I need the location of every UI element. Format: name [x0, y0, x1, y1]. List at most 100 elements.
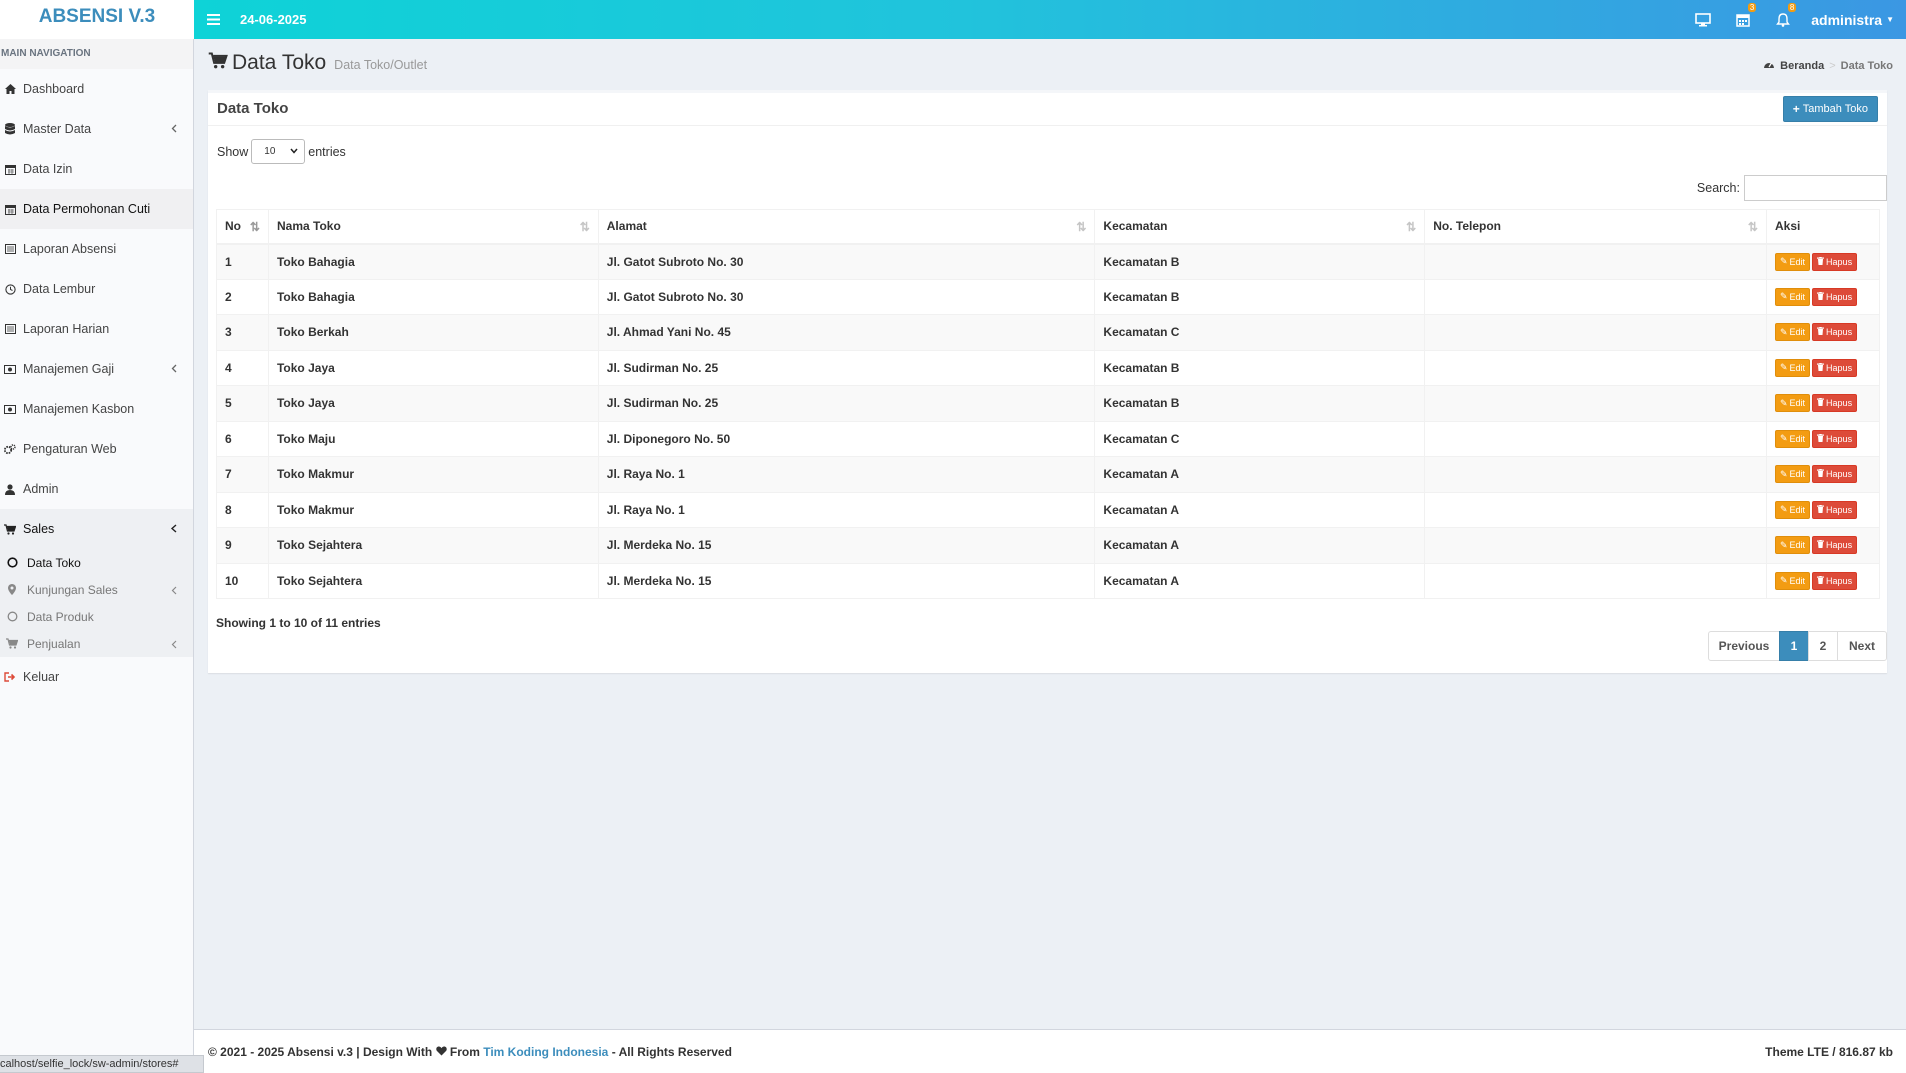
- sidebar-subitem-kunjungan-sales[interactable]: Kunjungan Sales: [0, 576, 193, 603]
- sidebar-item-laporan-absensi[interactable]: Laporan Absensi: [0, 229, 193, 269]
- edit-button[interactable]: ✎ Edit: [1774, 571, 1811, 590]
- pagination-page-1[interactable]: 1: [1779, 631, 1809, 661]
- sidebar-item-admin[interactable]: Admin: [0, 469, 193, 509]
- cell-alamat: Jl. Raya No. 1: [598, 456, 1096, 493]
- add-store-button[interactable]: + Tambah Toko: [1782, 96, 1878, 122]
- breadcrumb-separator: >: [1829, 59, 1836, 72]
- edit-button[interactable]: ✎ Edit: [1774, 500, 1811, 519]
- user-menu[interactable]: administra ▼: [1803, 12, 1906, 28]
- edit-label: Edit: [1789, 504, 1806, 515]
- sales-submenu: Data Toko Kunjungan Sales Data Produk Pe…: [0, 549, 193, 657]
- trash-icon: [1817, 504, 1825, 515]
- sidebar-subitem-penjualan[interactable]: Penjualan: [0, 630, 193, 657]
- delete-button[interactable]: Hapus: [1812, 394, 1858, 413]
- edit-button[interactable]: ✎ Edit: [1774, 394, 1811, 413]
- monitor-icon[interactable]: [1683, 0, 1723, 39]
- plus-icon: +: [1792, 102, 1800, 116]
- table-row: 3 Toko Berkah Jl. Ahmad Yani No. 45 Kecamat…: [216, 314, 1881, 351]
- sidebar-item-label: Data Permohonan Cuti: [23, 202, 151, 216]
- content-wrapper: Data Toko Data Toko/Outlet Beranda > Dat…: [194, 39, 1906, 1029]
- edit-label: Edit: [1789, 398, 1806, 409]
- cell-nama: Toko Bahagia: [268, 243, 599, 280]
- edit-button[interactable]: ✎ Edit: [1774, 358, 1811, 377]
- sidebar-item-data-permohonan-cuti[interactable]: Data Permohonan Cuti: [0, 189, 193, 229]
- delete-button[interactable]: Hapus: [1812, 465, 1858, 484]
- calendar-notification-icon[interactable]: 3: [1723, 0, 1763, 39]
- cell-no: 1: [216, 243, 269, 280]
- delete-button[interactable]: Hapus: [1812, 571, 1858, 590]
- column-header-no[interactable]: No ⇅: [216, 209, 269, 245]
- column-header-nama-toko[interactable]: Nama Toko ⇅: [268, 209, 599, 245]
- sidebar-subitem-data-toko[interactable]: Data Toko: [0, 549, 193, 576]
- delete-button[interactable]: Hapus: [1812, 429, 1858, 448]
- edit-label: Edit: [1789, 256, 1806, 267]
- footer-left: © 2021 - 2025 Absensi v.3 | Design With …: [208, 1045, 732, 1059]
- edit-button[interactable]: ✎ Edit: [1774, 429, 1811, 448]
- edit-button[interactable]: ✎ Edit: [1774, 465, 1811, 484]
- edit-button[interactable]: ✎ Edit: [1774, 287, 1811, 306]
- column-header-no-telepon[interactable]: No. Telepon ⇅: [1424, 209, 1767, 245]
- column-header-alamat[interactable]: Alamat ⇅: [598, 209, 1096, 245]
- sidebar-toggle-icon[interactable]: [194, 0, 232, 39]
- sidebar-item-dashboard[interactable]: Dashboard: [0, 69, 193, 109]
- sidebar-item-data-lembur[interactable]: Data Lembur: [0, 269, 193, 309]
- sidebar-item-manajemen-gaji[interactable]: Manajemen Gaji: [0, 349, 193, 389]
- footer-link[interactable]: Tim Koding Indonesia: [483, 1045, 608, 1059]
- pencil-icon: ✎: [1779, 575, 1788, 586]
- breadcrumb-home[interactable]: Beranda: [1780, 60, 1824, 72]
- data-box: Data Toko + Tambah Toko Show 10 entries …: [208, 90, 1887, 673]
- sidebar-subitem-data-produk[interactable]: Data Produk: [0, 603, 193, 630]
- cell-kecamatan: Kecamatan A: [1094, 456, 1426, 493]
- circle-icon: [5, 557, 19, 568]
- browser-status-url: calhost/selfie_lock/sw-admin/stores#: [0, 1055, 204, 1073]
- bell-icon[interactable]: 8: [1763, 0, 1803, 39]
- pagination-next[interactable]: Next: [1837, 631, 1887, 661]
- sidebar-subitem-label: Data Toko: [27, 555, 81, 570]
- cell-telepon: [1424, 279, 1767, 315]
- page-title-text: Data Toko: [232, 51, 327, 74]
- footer-right: Theme LTE / 816.87 kb: [1765, 1044, 1893, 1059]
- column-header-kecamatan[interactable]: Kecamatan ⇅: [1094, 209, 1426, 245]
- cell-telepon: [1424, 527, 1767, 564]
- edit-button[interactable]: ✎ Edit: [1774, 252, 1811, 271]
- edit-button[interactable]: ✎ Edit: [1774, 323, 1811, 342]
- page-subtitle: Data Toko/Outlet: [334, 58, 428, 72]
- cell-no: 9: [216, 527, 269, 564]
- cell-telepon: [1424, 563, 1767, 599]
- pagination-previous[interactable]: Previous: [1708, 631, 1780, 661]
- delete-button[interactable]: Hapus: [1812, 252, 1858, 271]
- sidebar-item-master-data[interactable]: Master Data: [0, 109, 193, 149]
- delete-button[interactable]: Hapus: [1812, 358, 1858, 377]
- sidebar-item-data-izin[interactable]: Data Izin: [0, 149, 193, 189]
- row-actions: ✎ Edit Hapus: [1774, 323, 1871, 342]
- delete-button[interactable]: Hapus: [1812, 323, 1858, 342]
- table-info: Showing 1 to 10 of 11 entries: [216, 616, 381, 630]
- delete-button[interactable]: Hapus: [1812, 536, 1858, 555]
- calendar-badge: 3: [1747, 3, 1757, 12]
- row-actions: ✎ Edit Hapus: [1774, 465, 1871, 484]
- footer-rights: - All Rights Reserved: [611, 1044, 732, 1059]
- cell-kecamatan: Kecamatan C: [1094, 314, 1426, 351]
- sidebar-item-sales[interactable]: Sales: [0, 509, 193, 549]
- search-input[interactable]: [1744, 175, 1887, 201]
- cart-icon: [208, 51, 228, 75]
- sidebar: MAIN NAVIGATION Dashboard Master Data Da…: [0, 39, 194, 1073]
- sidebar-item-logout[interactable]: Keluar: [0, 657, 193, 697]
- cell-nama: Toko Bahagia: [268, 279, 599, 315]
- breadcrumb-current: Data Toko: [1840, 59, 1893, 72]
- delete-button[interactable]: Hapus: [1812, 287, 1858, 306]
- app-logo[interactable]: ABSENSI V.3: [0, 0, 194, 39]
- sidebar-item-pengaturan-web[interactable]: Pengaturan Web: [0, 429, 193, 469]
- cell-alamat: Jl. Sudirman No. 25: [598, 350, 1096, 386]
- sidebar-item-manajemen-kasbon[interactable]: Manajemen Kasbon: [0, 389, 193, 429]
- sidebar-item-laporan-harian[interactable]: Laporan Harian: [0, 309, 193, 349]
- chevron-left-icon: [171, 638, 177, 652]
- cell-kecamatan: Kecamatan A: [1094, 527, 1426, 564]
- content-header: Data Toko Data Toko/Outlet: [208, 51, 427, 75]
- edit-button[interactable]: ✎ Edit: [1774, 536, 1811, 555]
- page-length-value: 10: [264, 146, 276, 157]
- cell-nama: Toko Makmur: [268, 492, 599, 528]
- pagination-page-2[interactable]: 2: [1808, 631, 1838, 661]
- page-length-select[interactable]: 10: [251, 139, 306, 164]
- delete-button[interactable]: Hapus: [1812, 500, 1858, 519]
